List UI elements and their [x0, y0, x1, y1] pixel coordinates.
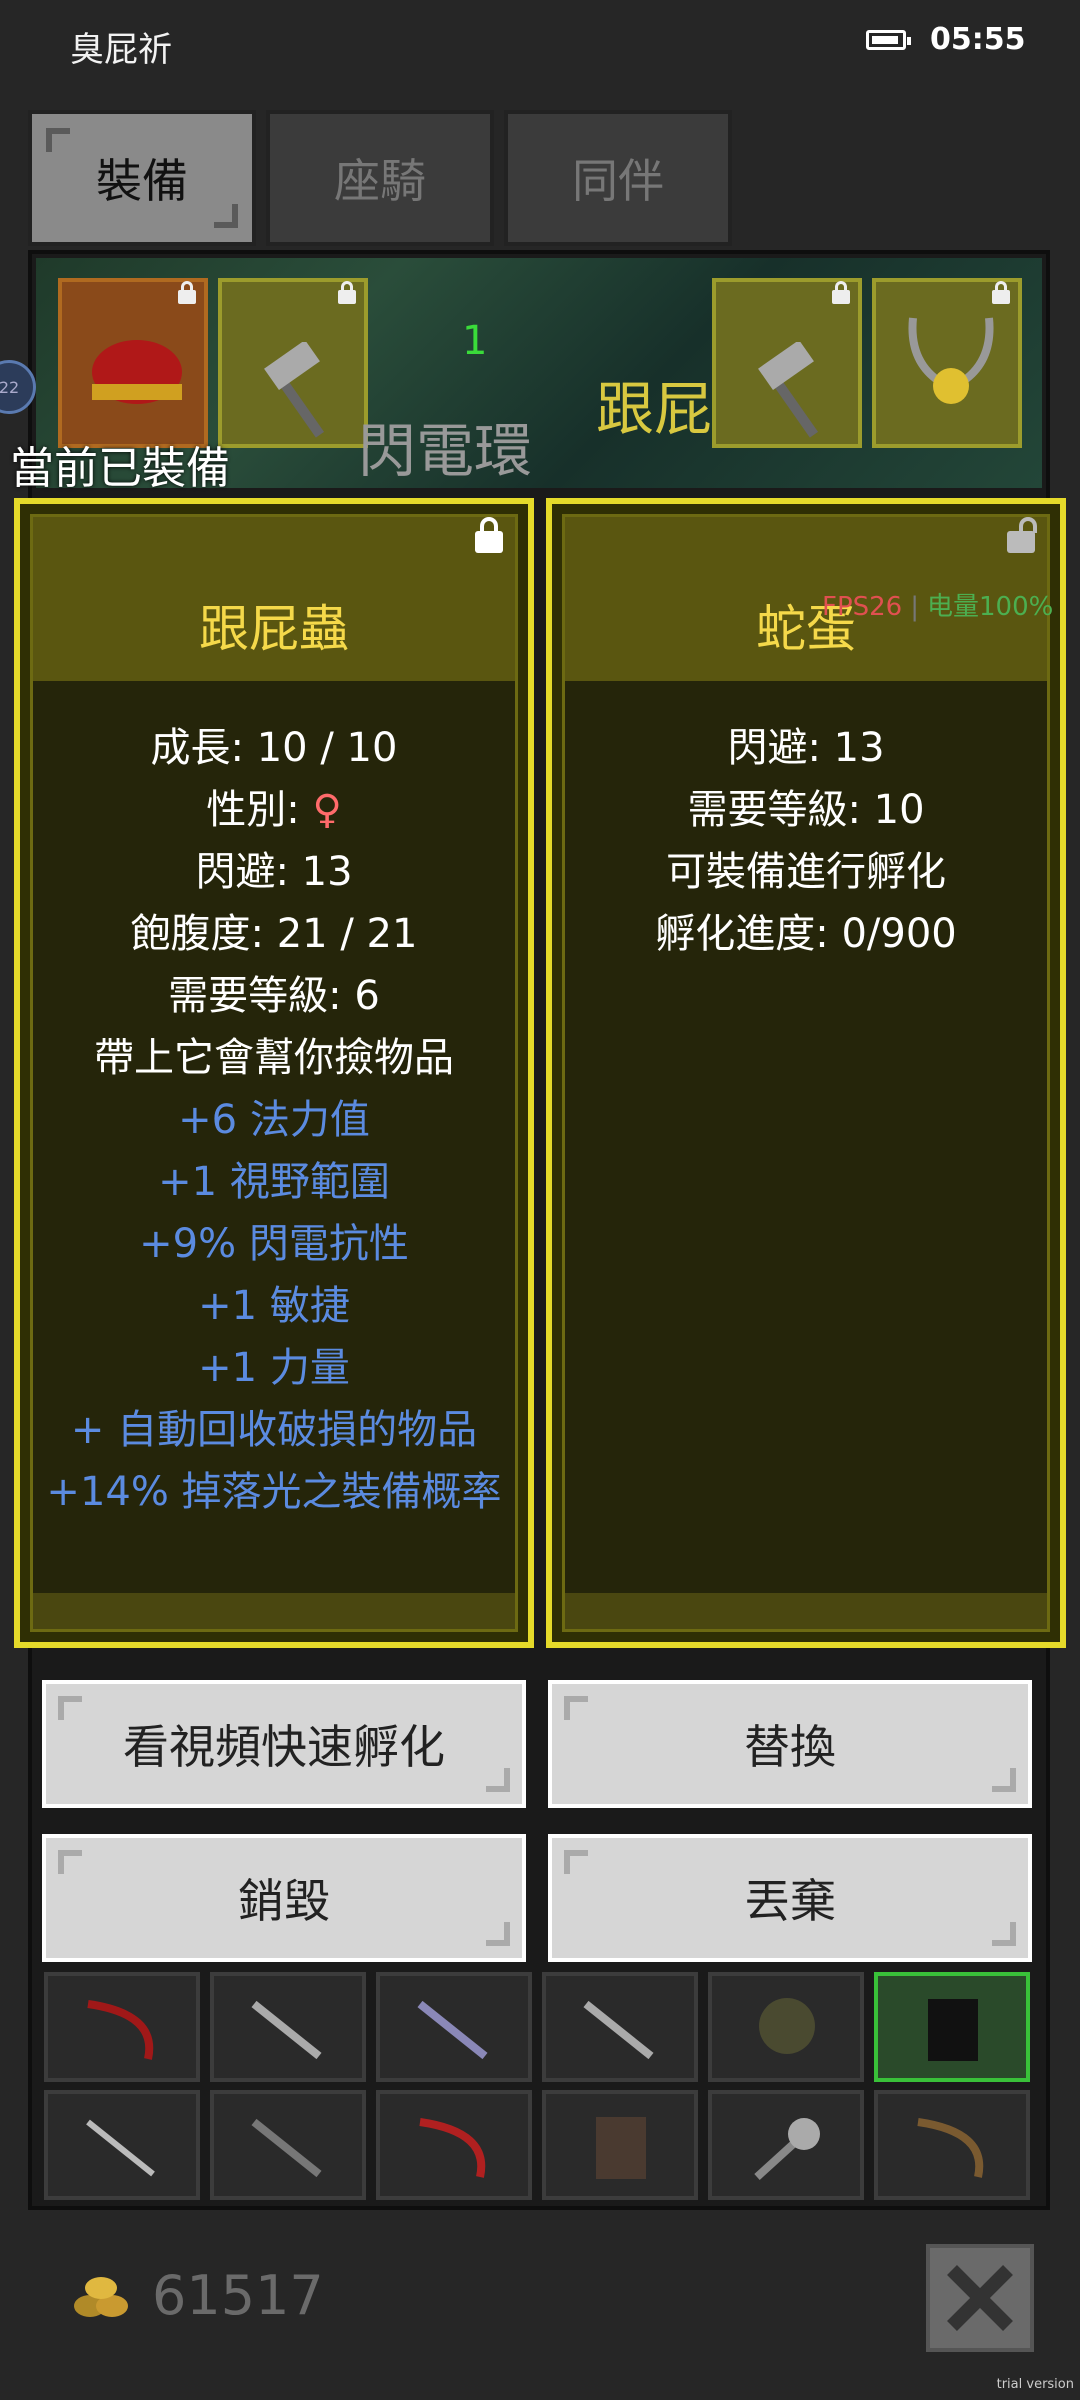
- gold-amount: 61517: [152, 2264, 324, 2327]
- stat-satiety: 飽腹度: 21 / 21: [130, 911, 418, 957]
- bonus-line: + 自動回收破損的物品: [70, 1407, 478, 1453]
- helmet-slot[interactable]: [58, 278, 208, 448]
- tab-equipment[interactable]: 裝備: [28, 110, 256, 246]
- equipped-heading: 當前已裝備: [10, 443, 230, 494]
- inventory-slot[interactable]: [542, 1972, 698, 2082]
- amulet-icon: [908, 317, 994, 404]
- trial-version-label: trial version: [996, 2377, 1074, 2392]
- stat-gender: 性別: ♀: [206, 787, 342, 833]
- axe-icon: [754, 2118, 820, 2180]
- armor-icon: [596, 2117, 646, 2179]
- tab-mount[interactable]: 座騎: [266, 110, 494, 246]
- bonus-line: +1 視野範圍: [158, 1159, 390, 1205]
- offhand-slot[interactable]: [712, 278, 862, 448]
- inventory-slot[interactable]: [44, 2090, 200, 2200]
- bonus-line: +1 敏捷: [198, 1283, 350, 1329]
- sword-icon: [417, 2000, 488, 2060]
- bonus-line: +6 法力值: [178, 1097, 370, 1143]
- inventory-slot[interactable]: [376, 1972, 532, 2082]
- tab-equipment-label: 裝備: [96, 154, 188, 208]
- replace-label: 替換: [744, 1720, 836, 1774]
- bow-icon: [917, 2118, 984, 2178]
- scene-label: 閃電環: [358, 417, 533, 485]
- female-icon: ♀: [312, 787, 342, 833]
- trident-icon: [86, 2119, 155, 2177]
- inventory-slot[interactable]: [874, 2090, 1030, 2200]
- replace-button[interactable]: 替換: [548, 1680, 1032, 1808]
- hammer-icon: [264, 342, 325, 438]
- new-item-card: 蛇蛋 閃避: 13 需要等級: 10 可裝備進行孵化 孵化進度: 0/900: [546, 498, 1066, 1648]
- bow-icon: [419, 2118, 486, 2178]
- sword-icon: [583, 2000, 654, 2060]
- bow-icon: [87, 2000, 154, 2060]
- bonus-line: +14% 掉落光之裝備概率: [46, 1469, 502, 1515]
- stat-level-req: 需要等級: 10: [687, 787, 925, 833]
- shield-icon: [759, 1998, 815, 2054]
- bonus-line: +1 力量: [198, 1345, 350, 1391]
- sword-icon: [251, 2000, 322, 2060]
- stat-level-req: 需要等級: 6: [168, 973, 380, 1019]
- lock-icon: [338, 281, 356, 304]
- inventory-slot[interactable]: [708, 1972, 864, 2082]
- unlock-icon[interactable]: [1007, 517, 1037, 553]
- scene-label-companion: 跟屁: [596, 375, 713, 443]
- item-title: 跟屁蟲: [199, 600, 349, 658]
- lock-icon: [178, 281, 196, 304]
- staff-icon: [251, 2118, 322, 2178]
- armor-icon: [928, 1999, 978, 2061]
- watch-video-hatch-label: 看視頻快速孵化: [123, 1720, 445, 1774]
- bonus-line: +9% 閃電抗性: [139, 1221, 409, 1267]
- inventory-slot[interactable]: [376, 2090, 532, 2200]
- amulet-slot[interactable]: [872, 278, 1022, 448]
- gold-coins-icon: [74, 2277, 128, 2317]
- destroy-button[interactable]: 銷毀: [42, 1834, 526, 1962]
- weapon-slot[interactable]: [218, 278, 368, 448]
- close-button[interactable]: [926, 2244, 1034, 2352]
- red-hat-icon: [92, 340, 182, 404]
- stat-dodge: 閃避: 13: [195, 849, 353, 895]
- lock-icon: [992, 281, 1010, 304]
- scene-level-label: 1: [462, 318, 488, 364]
- fps-overlay: FPS26 | 电量100%: [822, 592, 1054, 622]
- stat-growth: 成長: 10 / 10: [150, 725, 398, 771]
- clock: 05:55: [930, 22, 1026, 57]
- stat-hatch-progress: 孵化進度: 0/900: [655, 911, 957, 957]
- tab-companion-label: 同伴: [572, 154, 664, 208]
- close-icon: [947, 2265, 1013, 2331]
- inventory-slot[interactable]: [874, 1972, 1030, 2082]
- battery-icon: [866, 30, 911, 50]
- lock-icon: [832, 281, 850, 304]
- inventory-slot[interactable]: [210, 2090, 366, 2200]
- lock-icon[interactable]: [475, 517, 503, 553]
- discard-label: 丟棄: [744, 1874, 836, 1928]
- inventory-slot[interactable]: [44, 1972, 200, 2082]
- battery-level-text: 电量100%: [927, 592, 1054, 622]
- tab-companion[interactable]: 同伴: [504, 110, 732, 246]
- stat-description: 帶上它會幫你撿物品: [94, 1035, 454, 1081]
- app-title: 臭屁祈: [70, 30, 172, 70]
- stat-dodge: 閃避: 13: [727, 725, 885, 771]
- inventory-slot[interactable]: [542, 2090, 698, 2200]
- watch-video-hatch-button[interactable]: 看視頻快速孵化: [42, 1680, 526, 1808]
- hammer-icon: [758, 342, 819, 438]
- inventory-slot[interactable]: [708, 2090, 864, 2200]
- destroy-label: 銷毀: [238, 1874, 330, 1928]
- inventory-slot[interactable]: [210, 1972, 366, 2082]
- fps-text: FPS26: [822, 592, 903, 622]
- stat-description: 可裝備進行孵化: [666, 849, 946, 895]
- discard-button[interactable]: 丟棄: [548, 1834, 1032, 1962]
- tab-mount-label: 座騎: [334, 154, 426, 208]
- equipped-item-card: 跟屁蟲 成長: 10 / 10 性別: ♀ 閃避: 13 飽腹度: 21 / 2…: [14, 498, 534, 1648]
